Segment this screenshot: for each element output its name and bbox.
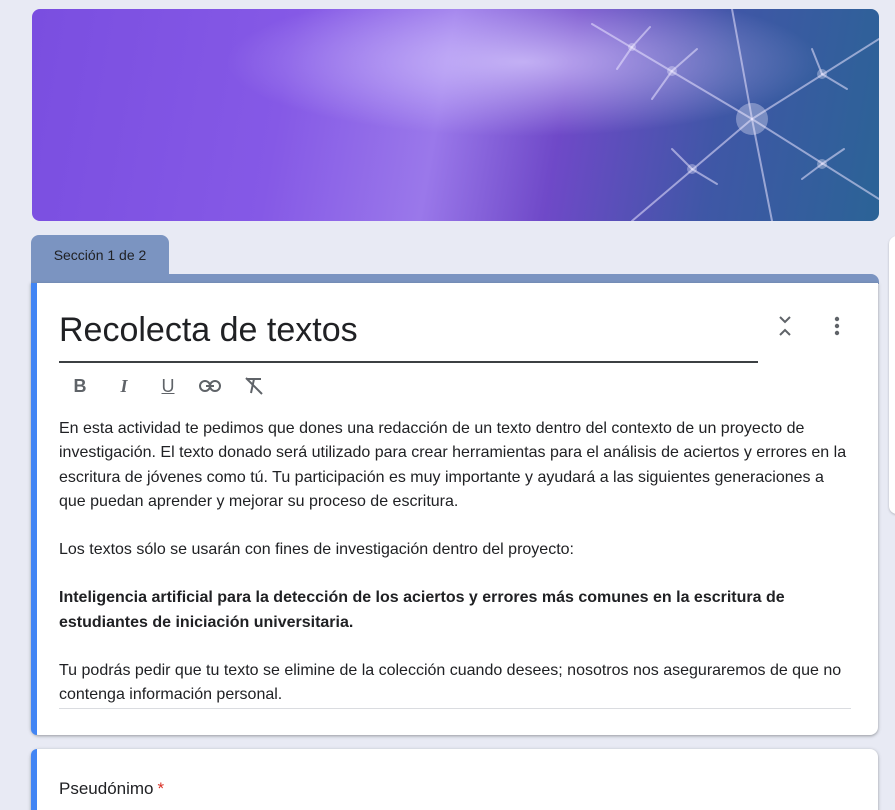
header-image — [32, 9, 879, 221]
project-name-paragraph: Inteligencia artificial para la detecció… — [59, 589, 785, 631]
clear-format-icon — [245, 377, 263, 395]
question-title[interactable]: Pseudónimo * — [59, 779, 164, 799]
clear-format-button[interactable] — [241, 373, 267, 399]
italic-button[interactable]: I — [111, 373, 137, 399]
more-options-button[interactable] — [822, 311, 852, 341]
description-paragraph: Tu podrás pedir que tu texto se elimine … — [59, 662, 842, 704]
bold-button[interactable]: B — [67, 373, 93, 399]
form-editor: Sección 1 de 2 Recolecta de textos B I U — [0, 0, 895, 810]
collapse-section-button[interactable] — [770, 311, 800, 341]
description-underline — [59, 708, 851, 709]
question-card[interactable]: Pseudónimo * — [31, 749, 878, 810]
description-paragraph: Los textos sólo se usarán con fines de i… — [59, 541, 574, 559]
underline-button[interactable]: U — [155, 373, 181, 399]
required-mark: * — [157, 779, 165, 798]
focus-accent-bar — [31, 283, 37, 735]
insert-link-button[interactable] — [197, 373, 223, 399]
description-paragraph: En esta actividad te pedimos que dones u… — [59, 420, 847, 510]
section-tab: Sección 1 de 2 — [31, 235, 169, 275]
section-title-input[interactable]: Recolecta de textos — [59, 305, 758, 363]
section-description[interactable]: En esta actividad te pedimos que dones u… — [59, 417, 851, 708]
snowflake-image — [32, 9, 879, 221]
question-title-text: Pseudónimo — [59, 779, 154, 798]
side-toolbar-panel — [889, 236, 895, 514]
question-accent-bar — [31, 749, 37, 810]
link-icon — [199, 380, 221, 392]
unfold-less-icon — [779, 316, 791, 336]
section-card[interactable]: Recolecta de textos B I U En esta activi… — [31, 283, 878, 735]
more-vert-icon — [834, 316, 840, 336]
